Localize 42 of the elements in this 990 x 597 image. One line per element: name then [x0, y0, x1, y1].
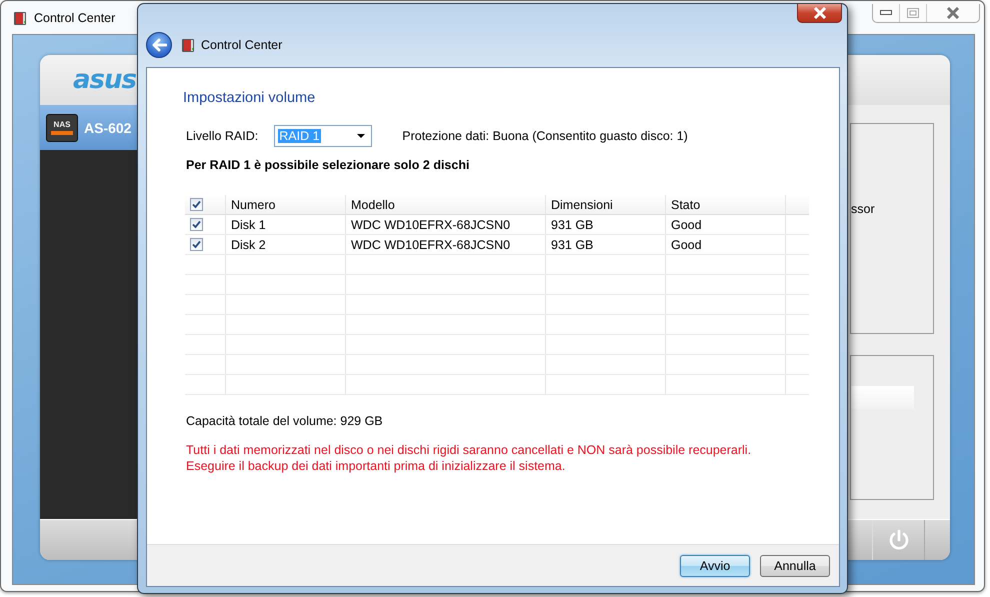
column-header[interactable]: Modello [351, 198, 395, 212]
field-label: Livello RAID: [186, 129, 258, 143]
app-icon [12, 10, 28, 26]
warning-text: Eseguire il backup dei dati importanti prima di inizializzare il sistema. [186, 458, 566, 474]
caret-icon [357, 134, 366, 138]
maximize-icon [907, 8, 919, 18]
protection-text: Protezione dati: Buona (Consentito guasto disco: 1) [402, 129, 688, 143]
capacity-text: Capacità totale del volume: 929 GB [186, 414, 383, 428]
window-title: Control Center [34, 10, 116, 24]
checkbox[interactable] [190, 218, 203, 231]
checkbox[interactable] [190, 198, 203, 211]
table-cell: Good [671, 238, 702, 252]
start-button[interactable]: Avvio [680, 554, 750, 576]
table-cell: Disk 2 [231, 238, 266, 252]
panel-label: ssor [851, 202, 875, 216]
checkbox[interactable] [190, 238, 203, 251]
column-header[interactable]: Stato [671, 198, 700, 212]
table-cell: Good [671, 218, 702, 232]
back-icon [151, 38, 167, 52]
input-field[interactable] [851, 386, 914, 409]
notice-text: Per RAID 1 è possibile selezionare solo 2 dischi [186, 158, 470, 172]
warning-text: Tutti i dati memorizzati nel disco o nei dischi rigidi saranno cancellati e NON sarà possibile recuperarli. [186, 442, 752, 458]
table-cell: WDC WD10EFRX-68JCSN0 [351, 218, 510, 232]
close-button[interactable] [797, 4, 842, 23]
column-header[interactable]: Dimensioni [551, 198, 613, 212]
page-heading: Impostazioni volume [183, 90, 316, 106]
cancel-button[interactable]: Annulla [760, 554, 830, 576]
table-cell: 931 GB [551, 218, 594, 232]
power-icon [886, 528, 910, 552]
close-icon [946, 7, 960, 19]
device-item[interactable]: NAS AS-602 [40, 105, 138, 150]
column-header[interactable]: Numero [231, 198, 276, 212]
nas-icon: NAS [46, 114, 78, 142]
table-cell: Disk 1 [231, 218, 266, 232]
back-button[interactable] [146, 32, 172, 58]
table-cell: WDC WD10EFRX-68JCSN0 [351, 238, 510, 252]
table-cell: 931 GB [551, 238, 594, 252]
minimize-icon [880, 10, 892, 16]
close-icon [812, 7, 826, 19]
window-title: Control Center [201, 38, 282, 52]
app-icon [180, 37, 196, 53]
brand-logo: asus [73, 65, 136, 95]
